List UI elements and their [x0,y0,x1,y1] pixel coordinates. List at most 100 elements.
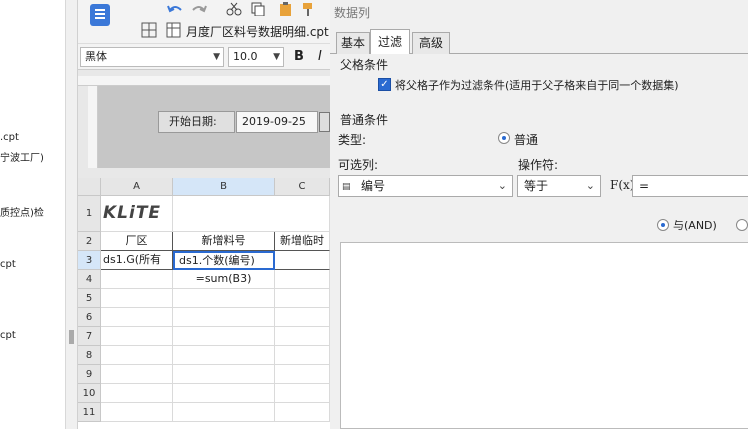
tab-basic[interactable]: 基本 [336,32,370,54]
file-tree-panel: .cpt 宁波工厂) 质控点)检 cpt cpt [0,0,66,429]
or-radio[interactable] [736,219,748,231]
copy-icon[interactable] [250,2,266,17]
tree-item[interactable]: .cpt [0,132,19,143]
tree-item[interactable]: cpt [0,330,16,341]
grid-corner[interactable] [78,178,101,196]
tab-advanced[interactable]: 高级 [412,32,450,54]
grid-cell-b3-selected[interactable]: ds1.个数(编号) [173,251,275,270]
row-header[interactable]: 1 [78,196,101,232]
grid-cell[interactable] [101,346,173,365]
row-header[interactable]: 8 [78,346,101,365]
font-toolbar: 黑体 ▼ 10.0 ▼ B I [78,44,330,70]
grid-cell[interactable] [173,346,275,365]
row-header[interactable]: 2 [78,232,101,251]
chevron-down-icon: ▼ [273,52,280,62]
grid-cell-b2[interactable]: 新增料号 [173,232,275,251]
chevron-down-icon: ⌄ [497,179,507,192]
tree-item[interactable]: 宁波工厂) [0,149,44,164]
grid-cell[interactable] [275,327,330,346]
grid-cell-b1[interactable] [173,196,330,232]
column-select[interactable]: ▤ 编号 ⌄ [338,175,513,197]
column-header-a[interactable]: A [101,178,173,196]
row-header[interactable]: 9 [78,365,101,384]
row-header[interactable]: 7 [78,327,101,346]
value-text: = [639,179,650,193]
type-normal-radio[interactable] [498,132,510,144]
parent-condition-heading: 父格条件 [340,58,389,72]
grid-cell-b4[interactable]: =sum(B3) [173,270,275,289]
grid-cell[interactable] [101,289,173,308]
start-date-input[interactable]: 2019-09-25 [236,111,318,133]
font-size-select[interactable]: 10.0 ▼ [228,47,284,67]
and-radio[interactable] [657,219,669,231]
row-header[interactable]: 5 [78,289,101,308]
condition-list[interactable] [340,242,748,429]
formula-button[interactable]: F(x) [610,178,634,192]
calendar-icon[interactable] [319,112,330,132]
grid-cell[interactable] [275,403,330,422]
start-date-label[interactable]: 开始日期: [158,111,235,133]
bold-button[interactable]: B [294,49,304,64]
tree-item[interactable]: cpt [0,259,16,270]
type-normal-label: 普通 [514,133,539,147]
parent-filter-label: 将父格子作为过滤条件(适用于父子格来自于同一个数据集) [395,79,679,92]
dialog-title: 数据列 [330,0,748,26]
report-file-icon [166,21,182,39]
format-brush-icon[interactable] [300,2,316,16]
italic-button[interactable]: I [318,49,322,64]
grid-cell[interactable] [173,327,275,346]
grid-cell[interactable] [101,403,173,422]
grid-cell[interactable] [101,384,173,403]
tab-filter[interactable]: 过滤 [370,29,410,55]
grid-cell[interactable] [173,403,275,422]
report-tab-title[interactable]: 月度厂区料号数据明细.cpt [186,23,329,40]
dialog-tabs: 基本 过滤 高级 [330,26,748,55]
field-icon: ▤ [342,182,351,192]
parent-filter-checkbox[interactable]: ✓ [378,78,391,91]
vertical-ruler [88,86,98,168]
tree-item[interactable]: 质控点)检 [0,204,44,219]
grid-cell[interactable] [101,327,173,346]
tree-scrollbar[interactable] [66,0,78,429]
operator-label: 操作符: [518,158,559,172]
value-input[interactable]: = [632,175,748,197]
grid-view-icon[interactable] [140,20,158,40]
grid-cell[interactable] [275,365,330,384]
spreadsheet-grid: A B C 1 2 3 4 5 6 7 8 9 10 11 KLiTE 厂区 新… [78,178,330,429]
grid-cell-a4[interactable] [101,270,173,289]
chevron-down-icon: ⌄ [585,179,595,192]
database-icon[interactable] [90,4,110,26]
row-header[interactable]: 4 [78,270,101,289]
row-header[interactable]: 10 [78,384,101,403]
font-family-select[interactable]: 黑体 ▼ [80,47,224,67]
grid-cell[interactable] [173,384,275,403]
operator-select[interactable]: 等于 ⌄ [517,175,601,197]
column-header-c[interactable]: C [275,178,330,196]
scrollbar-thumb[interactable] [69,330,74,344]
font-size-value: 10.0 [233,50,258,63]
grid-cell[interactable] [173,308,275,327]
grid-cell-a3[interactable]: ds1.G(所有 [101,251,173,270]
row-header[interactable]: 3 [78,251,101,270]
row-header[interactable]: 6 [78,308,101,327]
grid-cell[interactable] [173,289,275,308]
paste-icon[interactable] [278,2,294,16]
undo-icon[interactable] [166,2,184,16]
column-header-b[interactable]: B [173,178,275,196]
grid-cell-c3[interactable] [275,251,330,270]
grid-cell-a2[interactable]: 厂区 [101,232,173,251]
grid-cell[interactable] [275,346,330,365]
grid-cell[interactable] [101,365,173,384]
column-value: 编号 [361,179,386,193]
grid-cell[interactable] [173,365,275,384]
redo-icon[interactable] [190,2,208,16]
grid-cell-c2[interactable]: 新增临时 [275,232,330,251]
grid-cell-c4[interactable] [275,270,330,289]
cut-icon[interactable] [226,2,242,16]
row-header[interactable]: 11 [78,403,101,422]
grid-cell[interactable] [275,384,330,403]
grid-cell[interactable] [275,308,330,327]
grid-cell[interactable] [101,308,173,327]
grid-cell-a1[interactable]: KLiTE [101,196,173,232]
grid-cell[interactable] [275,289,330,308]
